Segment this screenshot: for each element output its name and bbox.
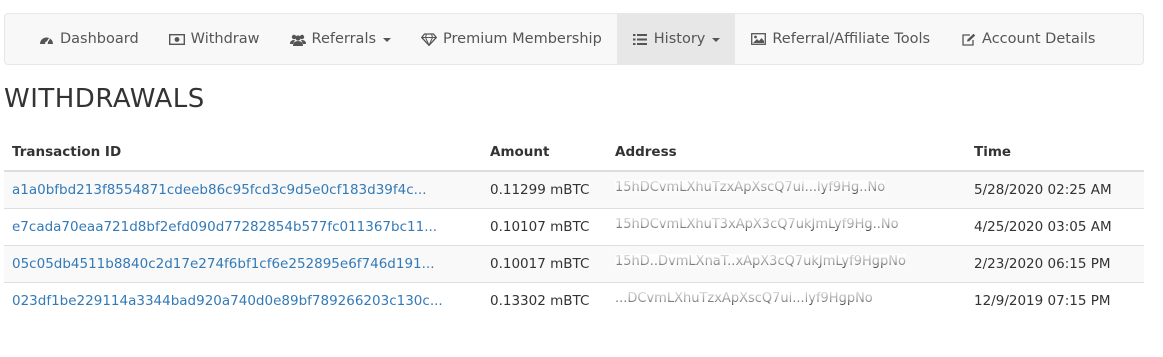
transaction-id-cell: e7cada70eaa721d8bf2efd090d77282854b577fc… [4,207,482,245]
nav-premium-membership[interactable]: Premium Membership [406,14,617,64]
address-text: ...DCvmLXhuTzxApXscQ7ui...lyf9HgpNo [615,291,873,307]
nav-tools-label: Referral/Affiliate Tools [772,31,931,47]
chevron-down-icon [712,38,721,42]
amount-cell: 0.11299 mBTC [482,171,607,208]
transaction-id-cell: 023df1be229114a3344bad920a740d0e89bf7892… [4,281,482,319]
main-navbar: Dashboard Withdraw Referrals Premium Mem… [4,13,1144,65]
transaction-id-cell: 05c05db4511b8840c2d17e274f6bf1cf6e252895… [4,244,482,282]
nav-withdraw[interactable]: Withdraw [154,14,275,64]
nav-dashboard-label: Dashboard [60,31,139,47]
table-header-row: Transaction ID Amount Address Time [4,133,1144,172]
page-title: WITHDRAWALS [4,84,205,114]
amount-cell: 0.10107 mBTC [482,207,607,245]
address-text: 15hDCvmLXhuT3xApX3cQ7ukJmLyf9Hg..No [615,217,899,232]
nav-premium-label: Premium Membership [443,31,602,47]
time-cell: 4/25/2020 03:05 AM [966,207,1144,245]
address-cell: ...DCvmLXhuTzxApXscQ7ui...lyf9HgpNo [607,281,966,319]
time-cell: 12/9/2019 07:15 PM [966,281,1144,319]
transaction-link[interactable]: 023df1be229114a3344bad920a740d0e89bf7892… [12,293,443,309]
address-cell: 15hDCvmLXhuTzxApXscQ7ui...lyf9Hg..No [607,171,966,208]
header-transaction-id: Transaction ID [4,133,482,172]
table-row: 023df1be229114a3344bad920a740d0e89bf7892… [4,281,1144,319]
nav-account-details[interactable]: Account Details [945,14,1110,64]
users-icon [289,32,306,46]
list-icon [632,32,648,46]
transaction-link[interactable]: a1a0bfbd213f8554871cdeeb86c95fcd3c9d5e0c… [12,182,427,198]
table-row: 05c05db4511b8840c2d17e274f6bf1cf6e252895… [4,244,1144,282]
table-row: e7cada70eaa721d8bf2efd090d77282854b577fc… [4,207,1144,245]
nav-history[interactable]: History [616,14,736,64]
header-amount: Amount [482,133,607,172]
address-cell: 15hDCvmLXhuT3xApX3cQ7ukJmLyf9Hg..No [607,207,966,245]
transaction-id-cell: a1a0bfbd213f8554871cdeeb86c95fcd3c9d5e0c… [4,171,482,208]
address-cell: 15hD..DvmLXnaT..xApX3cQ7ukJmLyf9HgpNo [607,244,966,282]
nav-withdraw-label: Withdraw [190,31,260,47]
withdrawals-table: Transaction ID Amount Address Time a1a0b… [4,133,1144,319]
nav-referrals-label: Referrals [311,31,377,47]
time-cell: 5/28/2020 02:25 AM [966,171,1144,208]
diamond-icon [421,32,438,46]
chevron-down-icon [383,38,392,42]
transaction-link[interactable]: 05c05db4511b8840c2d17e274f6bf1cf6e252895… [12,256,435,272]
address-text: 15hD..DvmLXnaT..xApX3cQ7ukJmLyf9HgpNo [615,254,906,269]
table-row: a1a0bfbd213f8554871cdeeb86c95fcd3c9d5e0c… [4,171,1144,208]
nav-dashboard[interactable]: Dashboard [23,14,154,64]
amount-cell: 0.13302 mBTC [482,281,607,319]
transaction-link[interactable]: e7cada70eaa721d8bf2efd090d77282854b577fc… [12,219,437,235]
dashboard-icon [38,32,54,46]
header-address: Address [607,133,966,172]
nav-referral-affiliate-tools[interactable]: Referral/Affiliate Tools [735,14,945,64]
nav-history-label: History [653,31,706,47]
amount-cell: 0.10017 mBTC [482,244,607,282]
time-cell: 2/23/2020 06:15 PM [966,244,1144,282]
image-icon [750,32,766,46]
nav-account-details-label: Account Details [982,31,1096,47]
header-time: Time [966,133,1144,172]
edit-icon [960,32,976,46]
address-text: 15hDCvmLXhuTzxApXscQ7ui...lyf9Hg..No [615,180,886,196]
nav-referrals[interactable]: Referrals [275,14,407,64]
money-icon [168,32,185,46]
